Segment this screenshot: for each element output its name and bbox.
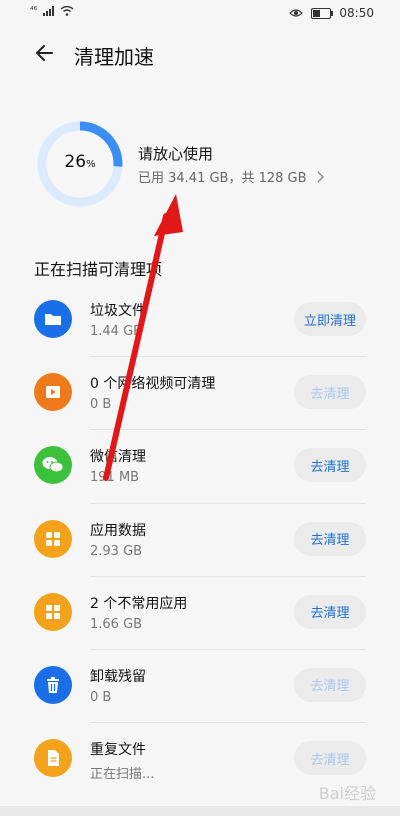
section-title: 正在扫描可清理项 [34, 260, 163, 279]
wechat-icon [34, 446, 72, 485]
item-size: 0 B [90, 397, 112, 413]
page-title: 清理加速 [74, 45, 154, 69]
list-item[interactable]: 2 个不常用应用 1.66 GB 去清理 [0, 577, 400, 650]
status-time: 08:50 [339, 6, 374, 20]
item-name: 应用数据 [90, 522, 146, 539]
clean-button[interactable]: 去清理 [294, 375, 366, 410]
storage-summary[interactable]: 26% 请放心使用 已用 34.41 GB，共 128 GB [0, 110, 400, 210]
back-arrow-icon[interactable] [30, 38, 60, 68]
list-item[interactable]: 卸载残留 0 B 去清理 [0, 650, 400, 724]
wifi-icon [60, 6, 74, 16]
chevron-right-icon [317, 171, 324, 183]
item-name: 垃圾文件 [90, 303, 146, 319]
item-name: 0 个网络视频可清理 [90, 376, 216, 393]
signal-icon [43, 6, 55, 16]
apps-grid-icon [34, 592, 72, 631]
trash-icon [34, 665, 72, 704]
status-bar: ⁴⁶ 08:50 [0, 0, 400, 26]
item-name: 重复文件 [90, 742, 146, 759]
storage-detail: 已用 34.41 GB，共 128 GB [138, 167, 325, 186]
list-item[interactable]: 微信清理 191 MB 去清理 [0, 430, 400, 504]
watermark: Bai经验 [318, 784, 376, 803]
item-size: 2.93 GB [90, 543, 143, 559]
list-item[interactable]: 应用数据 2.93 GB 去清理 [0, 504, 400, 577]
item-name: 卸载残留 [90, 668, 146, 685]
item-size: 正在扫描... [90, 767, 155, 783]
clean-button[interactable]: 去清理 [294, 521, 366, 556]
eye-icon [289, 9, 304, 17]
storage-status-title: 请放心使用 [138, 145, 214, 163]
clean-button[interactable]: 去清理 [294, 667, 366, 702]
app-data-icon [34, 519, 72, 558]
clean-button[interactable]: 去清理 [294, 741, 366, 776]
item-name: 微信清理 [90, 449, 146, 466]
clean-button[interactable]: 去清理 [294, 448, 366, 483]
storage-percent: 26% [36, 152, 124, 172]
list-item[interactable]: 0 个网络视频可清理 0 B 去清理 [0, 357, 400, 431]
duplicate-file-icon [34, 739, 72, 778]
video-icon [34, 373, 72, 412]
storage-percent-value: 26 [64, 152, 87, 172]
list-item[interactable]: 垃圾文件 1.44 GB 立即清理 [0, 284, 400, 358]
storage-detail-text: 已用 34.41 GB，共 128 GB [138, 171, 307, 186]
item-size: 1.44 GB [90, 324, 143, 339]
item-size: 191 MB [90, 470, 140, 486]
bottom-bar [0, 806, 400, 816]
folder-icon [34, 300, 72, 338]
clean-now-button[interactable]: 立即清理 [294, 302, 366, 336]
item-name: 2 个不常用应用 [90, 595, 188, 612]
item-size: 0 B [90, 689, 112, 705]
storage-percent-unit: % [86, 159, 96, 170]
cleanup-list: 垃圾文件 1.44 GB 立即清理 0 个网络视频可清理 0 B 去清理 微信清… [0, 284, 400, 796]
app-header: 清理加速 [0, 28, 400, 80]
item-size: 1.66 GB [90, 616, 143, 632]
signal-label: ⁴⁶ [30, 6, 38, 16]
clean-button[interactable]: 去清理 [294, 594, 366, 629]
battery-icon [311, 7, 334, 19]
